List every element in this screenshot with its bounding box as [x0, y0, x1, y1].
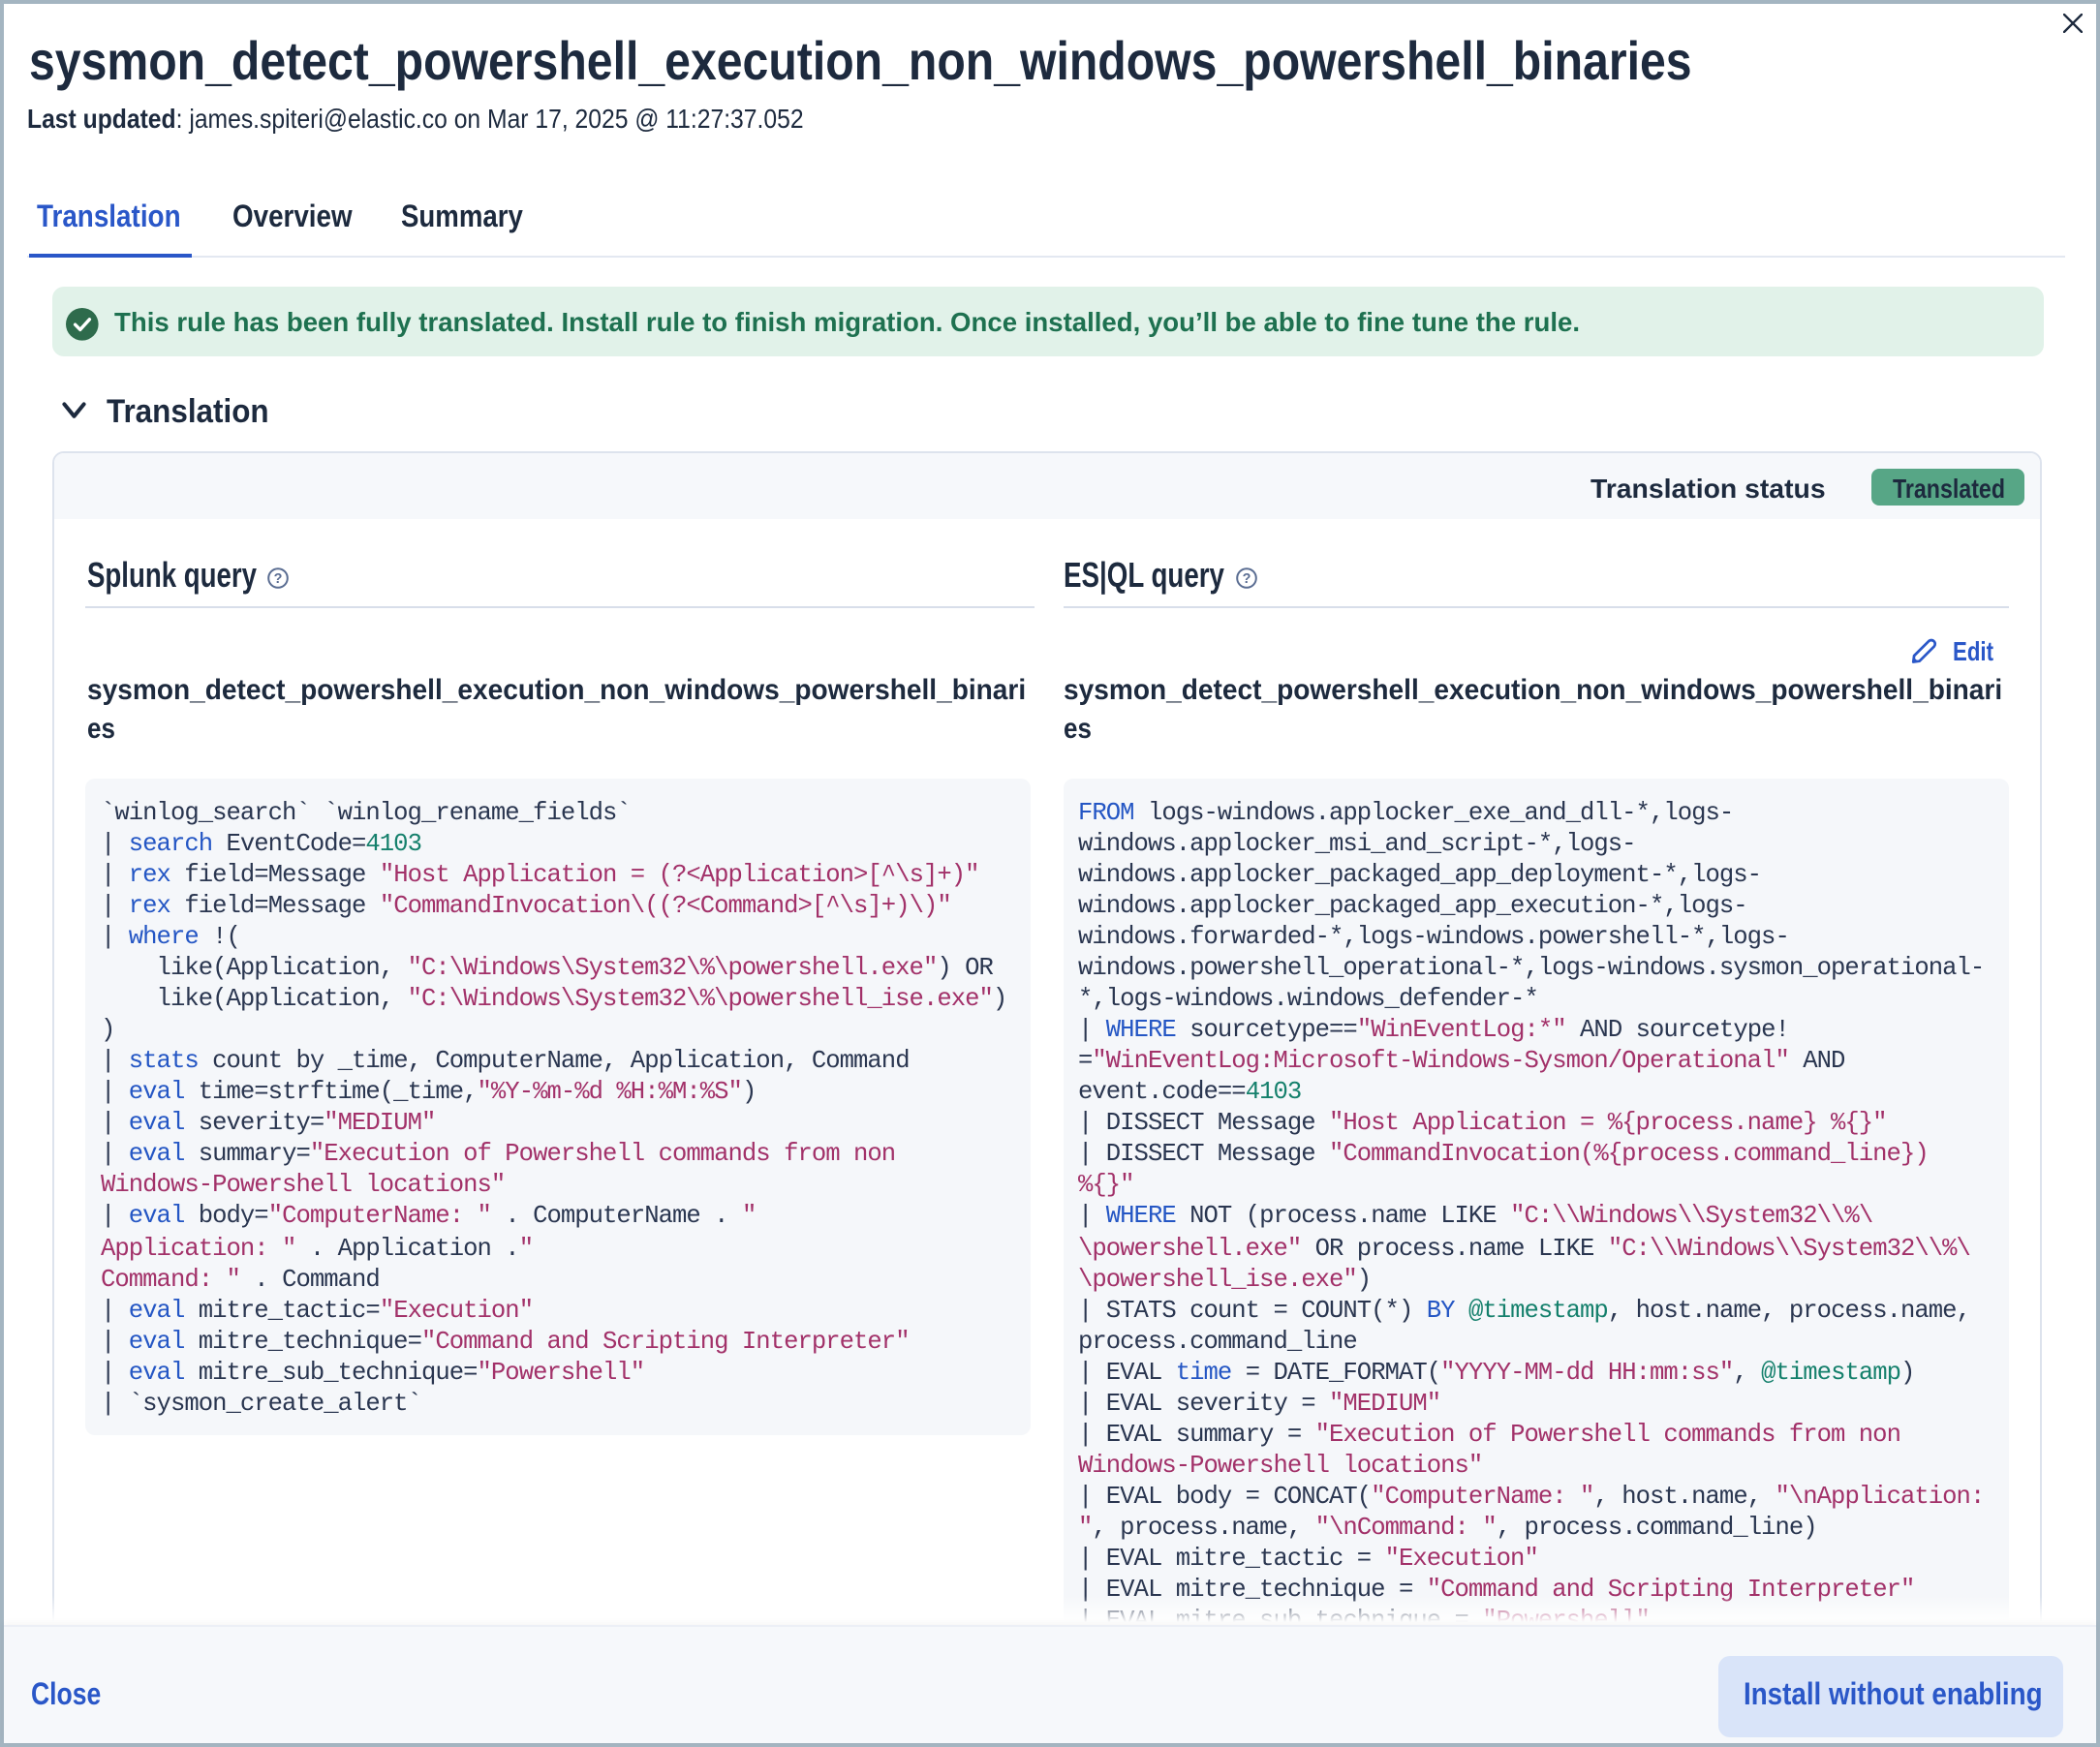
- svg-text:?: ?: [1242, 570, 1251, 586]
- svg-text:?: ?: [273, 570, 282, 586]
